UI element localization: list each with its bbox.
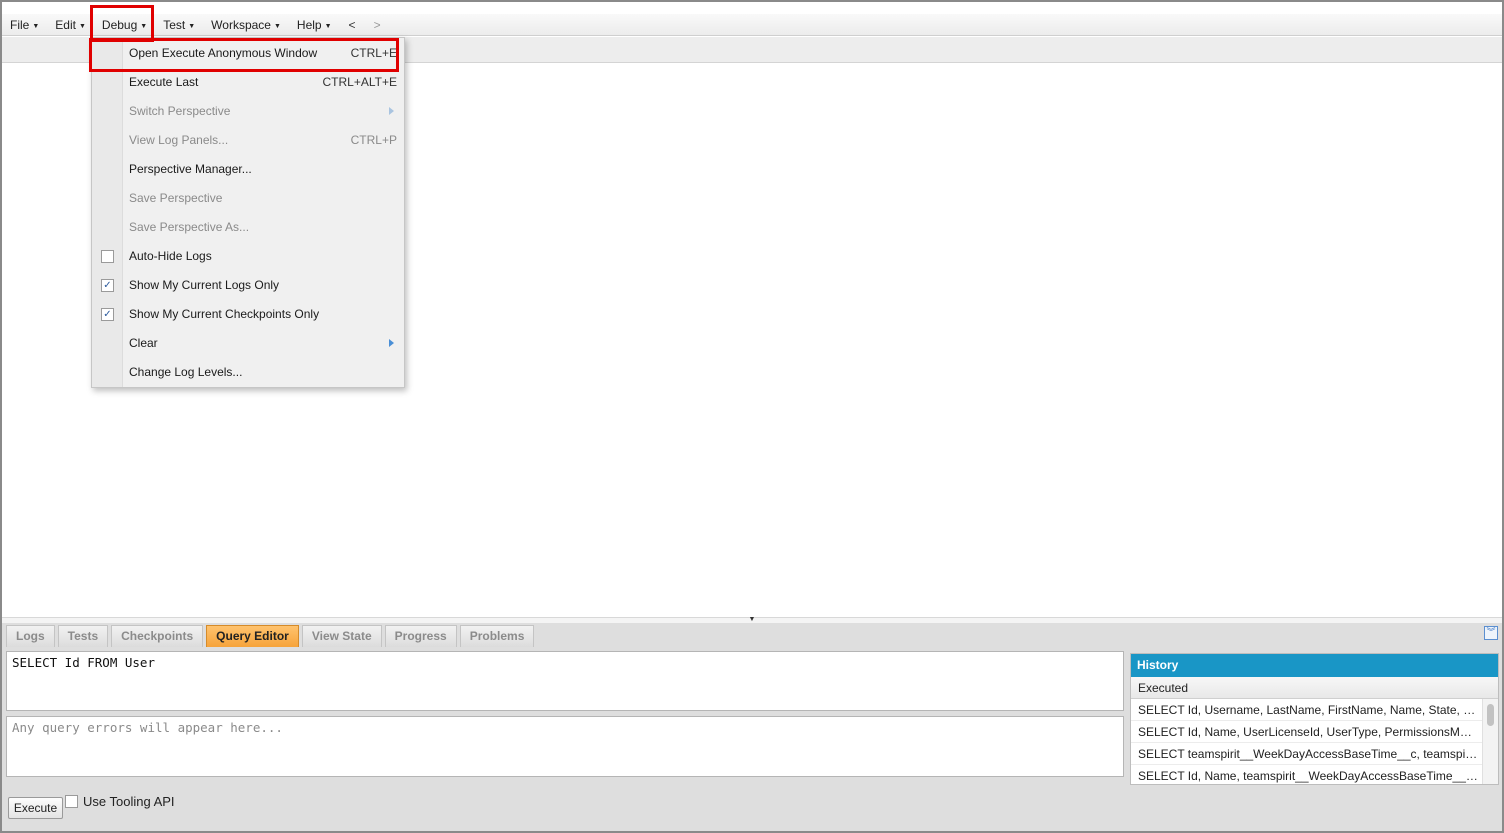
menu-item-label: Open Execute Anonymous Window <box>129 46 318 60</box>
menu-item-show-current-logs-only[interactable]: ✓ Show My Current Logs Only <box>92 271 404 300</box>
menu-item-perspective-manager[interactable]: Perspective Manager... <box>92 155 404 184</box>
menu-item-label: Show My Current Checkpoints Only <box>129 307 320 321</box>
menu-help[interactable]: Help ▼ <box>289 14 340 36</box>
menu-item-label: Save Perspective <box>129 191 223 205</box>
query-editor-input[interactable]: SELECT Id FROM User <box>6 651 1124 711</box>
use-tooling-api-toggle[interactable]: Use Tooling API <box>65 793 175 809</box>
menu-item-label: Perspective Manager... <box>129 162 252 176</box>
tab-query-editor[interactable]: Query Editor <box>206 625 299 647</box>
tab-tests[interactable]: Tests <box>57 625 109 647</box>
caret-down-icon: ▼ <box>324 22 332 30</box>
tab-checkpoints[interactable]: Checkpoints <box>111 625 204 647</box>
history-title: History <box>1131 654 1498 677</box>
tab-logs[interactable]: Logs <box>6 625 55 647</box>
nav-back-button[interactable]: < <box>340 14 365 36</box>
history-scrollbar[interactable] <box>1482 699 1498 784</box>
checkbox-icon <box>101 250 114 263</box>
submenu-arrow-icon <box>389 107 394 115</box>
menu-item-open-execute-anonymous[interactable]: Open Execute Anonymous Window CTRL+E <box>92 39 404 68</box>
menu-item-save-perspective[interactable]: Save Perspective <box>92 184 404 213</box>
history-panel: History Executed SELECT Id, Username, La… <box>1130 653 1499 785</box>
menu-item-label: Save Perspective As... <box>129 220 250 234</box>
caret-down-icon: ▼ <box>188 22 196 30</box>
checkmark-icon: ✓ <box>101 308 114 321</box>
menu-item-label: Clear <box>129 336 158 350</box>
history-row[interactable]: SELECT Id, Name, UserLicenseId, UserType… <box>1131 721 1498 743</box>
menu-item-shortcut: CTRL+E <box>350 46 397 60</box>
menu-item-label: Switch Perspective <box>129 104 231 118</box>
menu-item-label: Show My Current Logs Only <box>129 278 280 292</box>
tab-view-state[interactable]: View State <box>301 625 382 647</box>
tab-problems[interactable]: Problems <box>459 625 535 647</box>
menu-item-clear[interactable]: Clear <box>92 329 404 358</box>
menu-item-label: Auto-Hide Logs <box>129 249 212 263</box>
history-row[interactable]: SELECT Id, Username, LastName, FirstName… <box>1131 699 1498 721</box>
menu-test[interactable]: Test ▼ <box>155 14 203 36</box>
nav-forward-button[interactable]: > <box>365 14 390 36</box>
debug-dropdown-menu: Open Execute Anonymous Window CTRL+E Exe… <box>91 37 405 388</box>
history-column-header[interactable]: Executed <box>1131 677 1498 699</box>
menu-item-show-current-checkpoints-only[interactable]: ✓ Show My Current Checkpoints Only <box>92 300 404 329</box>
menu-item-switch-perspective[interactable]: Switch Perspective <box>92 97 404 126</box>
menu-item-change-log-levels[interactable]: Change Log Levels... <box>92 358 404 387</box>
history-row[interactable]: SELECT teamspirit__WeekDayAccessBaseTime… <box>1131 743 1498 765</box>
collapse-panel-icon[interactable]: ︾ <box>1484 626 1498 640</box>
caret-down-icon: ▼ <box>273 22 281 30</box>
menu-item-label: Execute Last <box>129 75 199 89</box>
query-errors-output: Any query errors will appear here... <box>6 716 1124 777</box>
execute-button[interactable]: Execute <box>8 797 63 819</box>
bottom-panel: Logs Tests Checkpoints Query Editor View… <box>2 623 1502 831</box>
menu-item-shortcut: CTRL+ALT+E <box>322 75 397 89</box>
caret-down-icon: ▼ <box>78 22 86 30</box>
caret-down-icon: ▼ <box>32 22 40 30</box>
tab-progress[interactable]: Progress <box>384 625 457 647</box>
menu-file[interactable]: File ▼ <box>2 14 47 36</box>
menu-bar: File ▼ Edit ▼ Debug ▼ Test ▼ Workspace ▼ Help… <box>2 14 1502 36</box>
menu-edit[interactable]: Edit ▼ <box>47 14 94 36</box>
scrollbar-thumb[interactable] <box>1487 704 1494 726</box>
panel-tabs: Logs Tests Checkpoints Query Editor View… <box>6 625 537 647</box>
menu-workspace[interactable]: Workspace ▼ <box>203 14 289 36</box>
menu-item-shortcut: CTRL+P <box>350 133 397 147</box>
submenu-arrow-icon <box>389 339 394 347</box>
use-tooling-api-label: Use Tooling API <box>83 793 175 809</box>
menu-item-label: View Log Panels... <box>129 133 229 147</box>
menu-item-save-perspective-as[interactable]: Save Perspective As... <box>92 213 404 242</box>
menu-item-view-log-panels[interactable]: View Log Panels... CTRL+P <box>92 126 404 155</box>
menu-item-execute-last[interactable]: Execute Last CTRL+ALT+E <box>92 68 404 97</box>
checkbox-icon[interactable] <box>65 794 78 808</box>
caret-down-icon: ▼ <box>140 22 148 30</box>
menu-item-label: Change Log Levels... <box>129 365 243 379</box>
history-row[interactable]: SELECT Id, Name, teamspirit__WeekDayAcce… <box>1131 765 1498 784</box>
menu-item-auto-hide-logs[interactable]: Auto-Hide Logs <box>92 242 404 271</box>
checkmark-icon: ✓ <box>101 279 114 292</box>
menu-debug[interactable]: Debug ▼ <box>94 14 155 36</box>
